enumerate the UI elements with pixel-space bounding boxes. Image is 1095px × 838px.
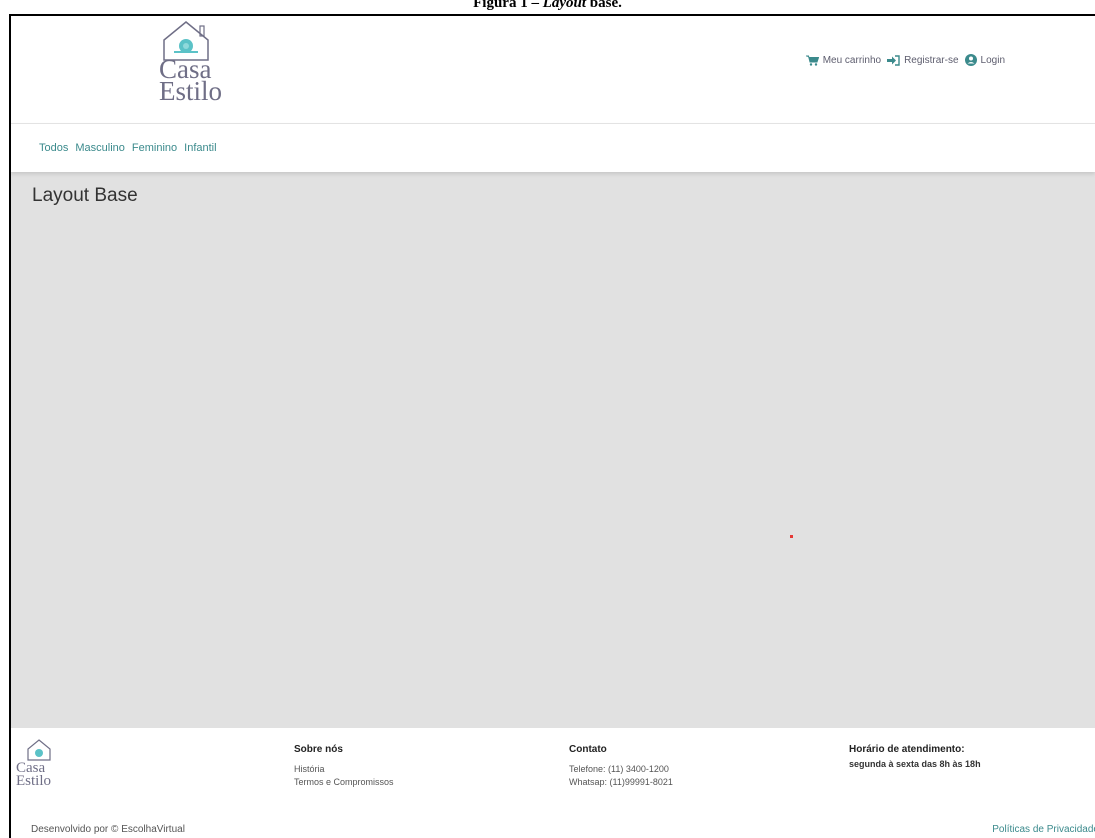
hours-title: Horário de atendimento: <box>849 744 965 755</box>
register-label: Registrar-se <box>904 54 959 66</box>
caption-italic: Layout <box>542 0 587 11</box>
contact-phone: Telefone: (11) 3400-1200 <box>569 764 669 774</box>
login-link[interactable]: Login <box>964 54 1005 66</box>
contact-title: Contato <box>569 744 607 755</box>
brand-logo[interactable]: Casa Estilo <box>136 20 236 120</box>
page-title: Layout Base <box>32 185 138 206</box>
brand-line2: Estilo <box>159 76 223 106</box>
user-nav: Meu carrinho Registrar-se Login <box>805 54 1005 66</box>
footer-logo: Casa Estilo <box>16 738 62 798</box>
main-content: Layout Base <box>11 172 1095 728</box>
developed-by: Desenvolvido por © EscolhaVirtual <box>31 824 185 835</box>
about-history-link[interactable]: História <box>294 763 394 776</box>
category-feminino[interactable]: Feminino <box>132 142 177 154</box>
category-nav: Todos Masculino Feminino Infantil <box>11 124 1095 172</box>
category-todos[interactable]: Todos <box>39 142 68 154</box>
figure-caption: Figura 1 – Layout base. <box>0 0 1095 14</box>
contact-whatsapp: Whatsap: (11)99991-8021 <box>569 777 673 787</box>
caption-suffix: base. <box>586 0 622 11</box>
footer-hours: Horário de atendimento: segunda à sexta … <box>849 743 981 771</box>
red-dot <box>790 535 793 538</box>
footer-brand-line2: Estilo <box>16 773 52 789</box>
hours-text: segunda à sexta das 8h às 18h <box>849 759 981 769</box>
footer-about: Sobre nós História Termos e Compromissos <box>294 743 394 789</box>
site-header: Casa Estilo Meu carrinho Registrar-se Lo… <box>11 16 1095 124</box>
cart-icon <box>805 55 819 66</box>
register-link[interactable]: Registrar-se <box>887 54 959 66</box>
user-circle-icon <box>964 54 977 66</box>
footer-contact: Contato Telefone: (11) 3400-1200 Whatsap… <box>569 743 673 789</box>
sign-in-icon <box>887 54 900 66</box>
cart-label: Meu carrinho <box>822 54 882 66</box>
about-title: Sobre nós <box>294 744 343 755</box>
caption-prefix: Figura 1 – <box>473 0 543 11</box>
site-footer: Casa Estilo Sobre nós História Termos e … <box>11 728 1095 838</box>
category-masculino[interactable]: Masculino <box>75 142 125 154</box>
page-frame: Casa Estilo Meu carrinho Registrar-se Lo… <box>9 14 1095 838</box>
category-infantil[interactable]: Infantil <box>184 142 216 154</box>
privacy-link[interactable]: Políticas de Privacidade <box>992 824 1095 835</box>
cart-link[interactable]: Meu carrinho <box>805 54 882 66</box>
about-terms-link[interactable]: Termos e Compromissos <box>294 776 394 789</box>
login-label: Login <box>980 54 1005 66</box>
